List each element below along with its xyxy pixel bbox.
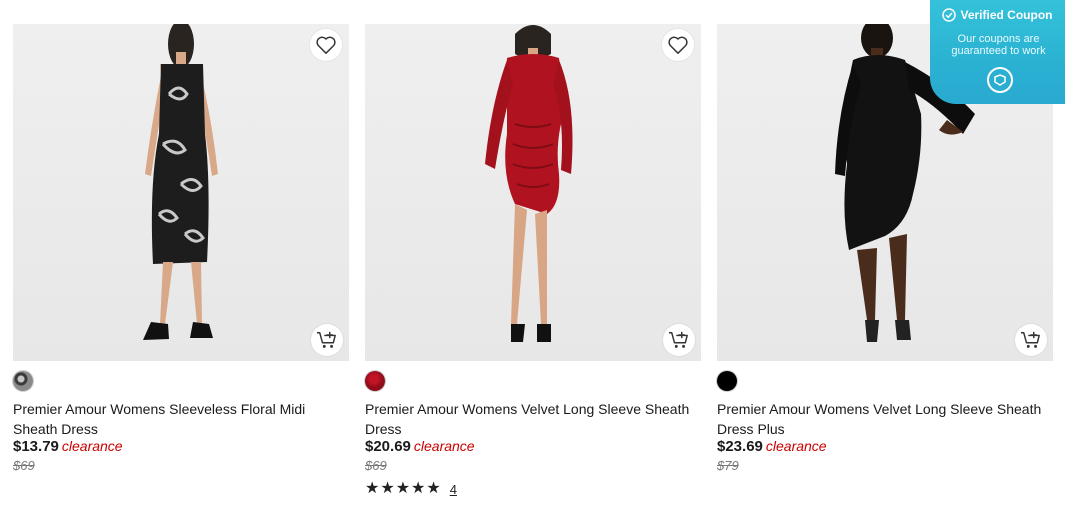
product-card[interactable]: Premier Amour Womens Sleeveless Floral M…	[13, 24, 349, 473]
clearance-label: clearance	[61, 438, 123, 454]
original-price: $79	[717, 458, 739, 473]
add-to-cart-button[interactable]	[1015, 324, 1047, 356]
sale-price: $13.79	[13, 438, 59, 455]
rating[interactable]: ★★★★★ 4	[365, 480, 457, 498]
check-circle-icon	[942, 8, 957, 22]
model-figure	[143, 24, 218, 340]
product-card[interactable]: Premier Amour Womens Velvet Long Sleeve …	[365, 24, 701, 497]
favorite-button[interactable]	[662, 29, 694, 61]
price-row: $20.69 clearance	[365, 438, 475, 456]
heart-icon	[316, 36, 336, 54]
sale-price: $23.69	[717, 438, 763, 455]
review-count-link[interactable]: 4	[450, 482, 457, 497]
product-title[interactable]: Premier Amour Womens Velvet Long Sleeve …	[717, 399, 1047, 439]
verified-coupon-badge[interactable]: Verified Coupon Our coupons are guarante…	[930, 0, 1065, 104]
color-swatch[interactable]	[365, 371, 385, 391]
star-rating: ★★★★★	[365, 480, 442, 497]
add-to-cart-button[interactable]	[311, 324, 343, 356]
tag-logo-icon[interactable]	[987, 67, 1013, 93]
heart-icon	[668, 36, 688, 54]
cart-plus-icon	[669, 331, 688, 348]
original-price: $69	[13, 458, 35, 473]
price-row: $13.79 clearance	[13, 438, 123, 456]
clearance-label: clearance	[413, 438, 475, 454]
original-price: $69	[365, 458, 387, 473]
product-title[interactable]: Premier Amour Womens Velvet Long Sleeve …	[365, 399, 695, 439]
sale-price: $20.69	[365, 438, 411, 455]
color-swatch[interactable]	[13, 371, 33, 391]
price-row: $23.69 clearance	[717, 438, 827, 456]
color-swatch[interactable]	[717, 371, 737, 391]
product-image[interactable]	[13, 24, 349, 361]
favorite-button[interactable]	[310, 29, 342, 61]
cart-plus-icon	[1021, 331, 1040, 348]
cart-plus-icon	[317, 331, 336, 348]
clearance-label: clearance	[765, 438, 827, 454]
coupon-heading-text: Verified Coupon	[960, 8, 1053, 22]
product-image[interactable]	[365, 24, 701, 361]
model-figure	[485, 25, 573, 342]
coupon-heading: Verified Coupon	[930, 8, 1065, 22]
product-title[interactable]: Premier Amour Womens Sleeveless Floral M…	[13, 399, 343, 439]
add-to-cart-button[interactable]	[663, 324, 695, 356]
coupon-description: Our coupons are guaranteed to work	[951, 33, 1046, 57]
